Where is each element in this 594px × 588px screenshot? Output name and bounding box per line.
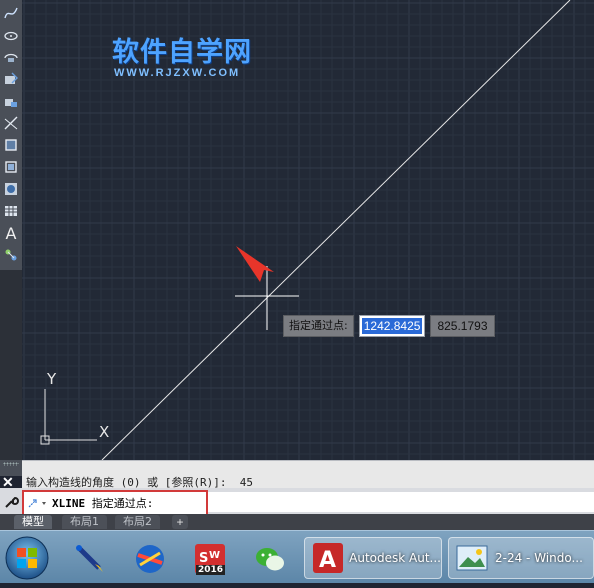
command-input-field[interactable] xyxy=(208,492,594,512)
recent-commands-icon xyxy=(28,499,46,508)
insert-block-icon xyxy=(5,72,18,84)
svg-text:A: A xyxy=(319,548,336,573)
photo-viewer-icon xyxy=(456,545,488,571)
start-button[interactable] xyxy=(2,533,52,583)
draw-toolbar: A xyxy=(0,0,23,272)
ellipse-arc-tool[interactable] xyxy=(1,47,21,67)
layout-tabs: 模型 布局1 布局2 + xyxy=(0,514,594,530)
taskbar: SW 2016 A Autodesk Aut... 2-24 - Windo..… xyxy=(0,530,594,583)
taskbar-pin-tool[interactable] xyxy=(64,538,116,580)
tab-layout1[interactable]: 布局1 xyxy=(62,515,107,529)
dynamic-input-y-field[interactable]: 825.1793 xyxy=(430,315,495,337)
model-space xyxy=(22,0,594,460)
dynamic-input-prompt: 指定通过点: xyxy=(283,315,354,337)
ucs-x-label: X xyxy=(99,423,110,441)
tab-model[interactable]: 模型 xyxy=(14,515,52,529)
watermark-url: WWW.RJZXW.COM xyxy=(114,67,241,79)
command-prompt: 指定通过点: xyxy=(85,497,154,510)
region-tool[interactable] xyxy=(1,135,21,155)
spline-icon xyxy=(4,7,18,19)
image-viewer-window-label: 2-24 - Windo... xyxy=(495,551,583,565)
dynamic-input-tooltip: 指定通过点: 1242.8425 825.1793 xyxy=(283,315,495,337)
globe-app-icon xyxy=(136,545,164,573)
boundary-icon xyxy=(5,161,17,173)
taskbar-pin-app[interactable] xyxy=(124,538,176,580)
spline-tool[interactable] xyxy=(1,3,21,23)
ucs-icon xyxy=(40,389,97,445)
region-icon xyxy=(5,139,17,151)
ellipse-arc-icon xyxy=(4,53,18,62)
command-name: XLINE xyxy=(52,497,86,510)
solidworks-version-badge: 2016 xyxy=(196,565,226,575)
recent-commands-button[interactable] xyxy=(24,494,52,512)
command-history: 输入构造线的角度 (0) 或 [参照(R)]: 45 xyxy=(22,460,594,489)
text-icon: A xyxy=(5,223,17,243)
add-selected-icon xyxy=(5,249,17,261)
customize-wrench-icon[interactable] xyxy=(3,494,19,510)
taskbar-pin-wechat[interactable] xyxy=(244,538,296,580)
grid xyxy=(22,0,594,460)
toolbar-empty-area xyxy=(0,270,22,460)
mtext-tool[interactable]: A xyxy=(1,223,21,243)
windows-logo-icon xyxy=(5,536,49,580)
make-block-icon xyxy=(5,99,17,107)
table-icon xyxy=(5,206,17,216)
ucs-y-label: Y xyxy=(47,370,57,388)
circle-region-tool[interactable] xyxy=(1,179,21,199)
dynamic-input-x-value: 1242.8425 xyxy=(361,318,423,334)
add-selected-tool[interactable] xyxy=(1,245,21,265)
taskbar-autocad-window[interactable]: A Autodesk Aut... xyxy=(304,537,442,579)
insert-block-tool[interactable] xyxy=(1,69,21,89)
watermark-title: 软件自学网 xyxy=(112,37,252,68)
taskbar-pin-solidworks[interactable]: SW 2016 xyxy=(184,538,236,580)
table-select-tool[interactable] xyxy=(1,157,21,177)
command-prompt-text: XLINE 指定通过点: xyxy=(52,495,153,511)
xline-tool[interactable] xyxy=(1,113,21,133)
watermark: 软件自学网 WWW.RJZXW.COM xyxy=(112,30,252,79)
taskbar-image-viewer-window[interactable]: 2-24 - Windo... xyxy=(448,537,594,579)
add-layout-button[interactable]: + xyxy=(172,515,188,529)
circle-region-icon xyxy=(5,183,17,195)
command-input[interactable]: XLINE 指定通过点: xyxy=(22,490,208,516)
ellipse-tool[interactable] xyxy=(1,25,21,45)
table-tool[interactable] xyxy=(1,201,21,221)
wechat-icon xyxy=(256,548,284,571)
pen-tool-icon xyxy=(76,545,103,572)
tab-layout2[interactable]: 布局2 xyxy=(115,515,160,529)
xline-icon xyxy=(4,116,18,130)
dynamic-input-x-field[interactable]: 1242.8425 xyxy=(358,315,426,337)
autocad-icon: A xyxy=(313,543,343,573)
autocad-window-label: Autodesk Aut... xyxy=(349,551,441,565)
drawing-canvas[interactable]: Y X xyxy=(22,0,594,460)
svg-text:W: W xyxy=(209,550,220,561)
svg-text:S: S xyxy=(199,551,208,566)
make-block-tool[interactable] xyxy=(1,91,21,111)
ellipse-icon xyxy=(4,31,18,41)
